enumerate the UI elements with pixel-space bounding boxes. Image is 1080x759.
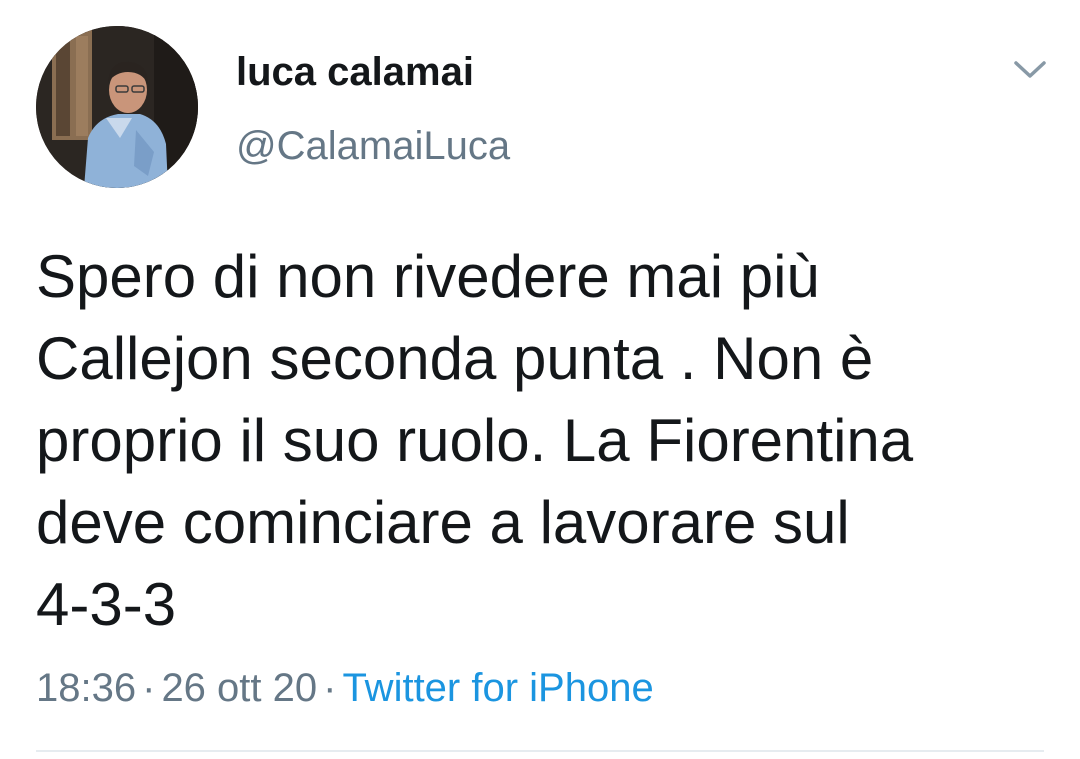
- user-handle[interactable]: @CalamaiLuca: [236, 122, 510, 170]
- tweet-text-line: proprio il suo ruolo. La Fiorentina: [36, 407, 914, 474]
- tweet-text-line: Callejon seconda punta . Non è: [36, 325, 874, 392]
- tweet-date[interactable]: 26 ott 20: [161, 666, 317, 710]
- meta-separator: ·: [142, 666, 156, 710]
- divider: [36, 750, 1044, 752]
- meta-separator: ·: [323, 666, 337, 710]
- profile-photo: [36, 26, 198, 188]
- tweet-text: Spero di non rivedere mai più Callejon s…: [36, 236, 1046, 646]
- display-name[interactable]: luca calamai: [236, 48, 474, 96]
- tweet-meta: 18:36 · 26 ott 20 · Twitter for iPhone: [36, 664, 654, 712]
- tweet-menu-button[interactable]: [1008, 52, 1052, 88]
- avatar[interactable]: [36, 26, 198, 188]
- tweet-time[interactable]: 18:36: [36, 666, 136, 710]
- tweet-text-line: 4-3-3: [36, 571, 177, 638]
- chevron-down-icon: [1014, 61, 1046, 78]
- tweet-source-link[interactable]: Twitter for iPhone: [342, 666, 653, 710]
- tweet-text-line: deve cominciare a lavorare sul: [36, 489, 850, 556]
- tweet-text-line: Spero di non rivedere mai più: [36, 243, 820, 310]
